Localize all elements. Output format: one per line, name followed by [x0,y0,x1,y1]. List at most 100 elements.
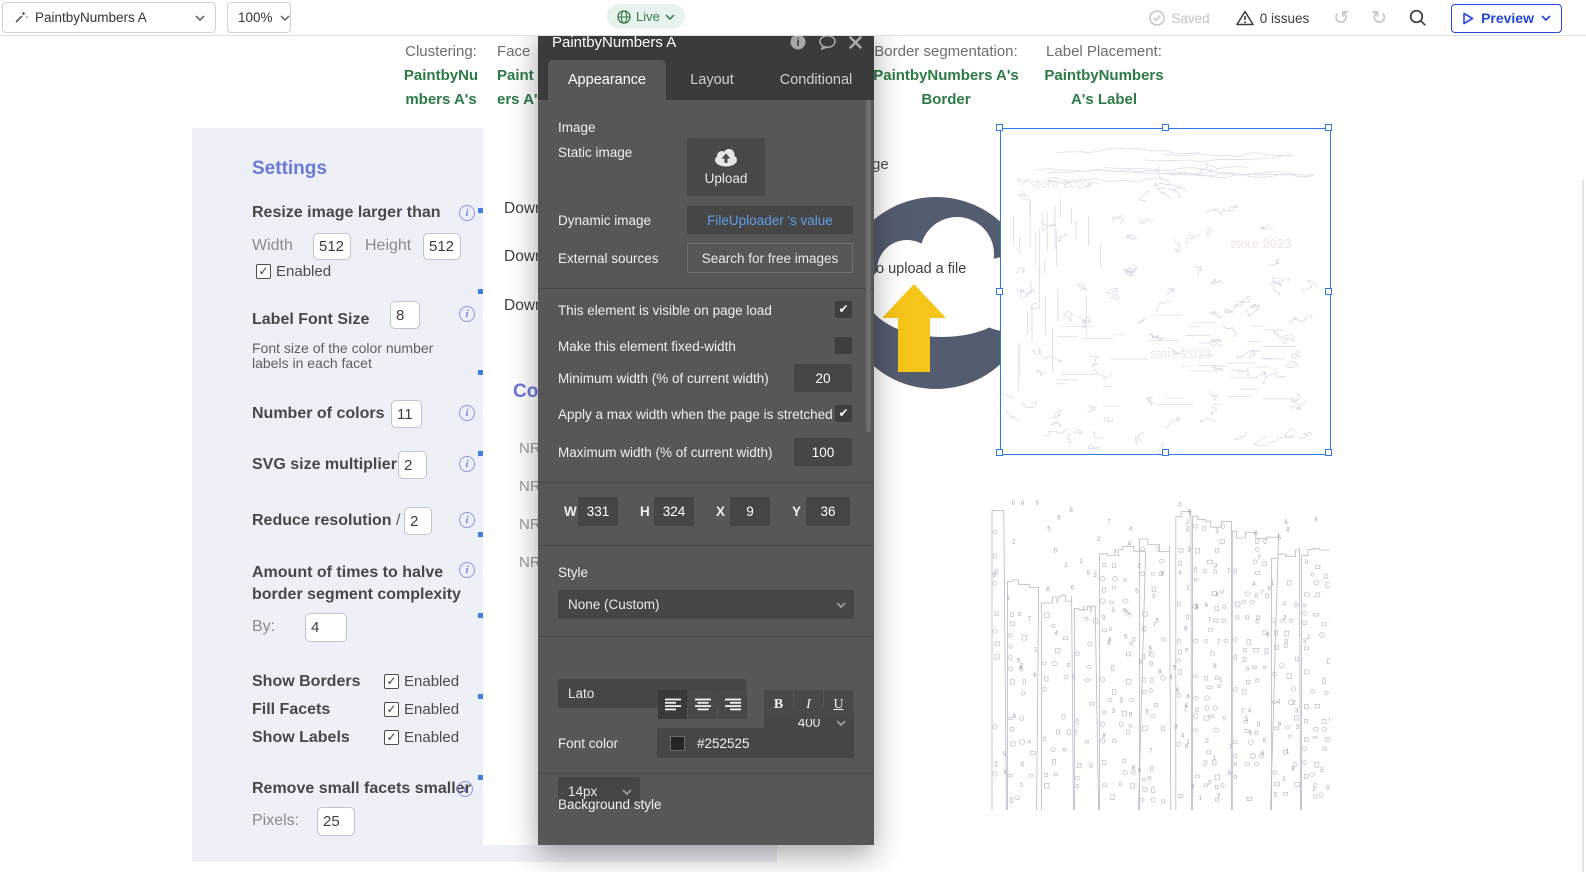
width-input[interactable] [313,233,351,260]
align-left-button[interactable] [658,690,687,719]
group-edge-handle[interactable] [478,370,483,375]
svg-text:5: 5 [1135,589,1139,595]
live-label: Live [636,9,660,24]
visible-on-load-checkbox[interactable]: ✔ [835,301,852,318]
tab-appearance[interactable]: Appearance [548,60,666,100]
svg-text:store 2023: store 2023 [1230,236,1291,251]
w-input[interactable] [578,497,618,526]
reduce-info-icon[interactable]: i [459,512,475,528]
x-input[interactable] [730,497,770,526]
group-edge-handle[interactable] [478,775,483,780]
halve-info-icon[interactable]: i [459,562,475,578]
group-edge-handle[interactable] [478,289,483,294]
group-edge-handle[interactable] [478,532,483,537]
by-input[interactable] [305,613,347,642]
play-icon [1462,12,1474,25]
by-label: By: [252,618,275,636]
bold-button[interactable]: B [764,690,793,719]
svg-text:6: 6 [1033,673,1037,679]
svg-text:7: 7 [1208,617,1212,623]
selection-handle[interactable] [996,288,1003,295]
italic-button[interactable]: I [794,690,823,719]
font-color-label: Font color [558,736,618,751]
align-center-button[interactable] [688,690,717,719]
num-colors-input[interactable] [391,400,422,428]
fill-facets-checkbox[interactable]: ✓ [384,702,399,717]
preview-button[interactable]: Preview [1451,4,1562,33]
svg-mult-info-icon[interactable]: i [459,456,475,472]
svg-text:6: 6 [1185,703,1189,709]
page-scrollbar[interactable] [1582,180,1584,872]
close-icon[interactable] [849,36,862,49]
font-color-swatch[interactable] [670,736,685,751]
reduce-input[interactable] [404,507,432,535]
style-dropdown[interactable]: None (Custom) [558,590,854,619]
comment-icon[interactable] [819,35,836,50]
font-color-field[interactable]: #252525 [657,728,854,758]
svg-text:3: 3 [1295,708,1299,714]
selection-handle[interactable] [1162,449,1169,456]
svg-text:1: 1 [1186,585,1190,591]
align-right-button[interactable] [718,690,747,719]
apply-max-width-checkbox[interactable]: ✔ [835,405,852,422]
svg-text:3: 3 [1214,564,1218,570]
group-edge-handle[interactable] [478,613,483,618]
show-labels-checkbox[interactable]: ✓ [384,730,399,745]
pixels-input[interactable] [317,807,355,836]
selection-handle[interactable] [1325,449,1332,456]
issues-status[interactable]: 0 issues [1236,10,1310,26]
svg-text:0: 0 [1132,638,1136,644]
fixed-width-checkbox[interactable] [835,337,852,354]
align-center-icon [695,698,711,711]
h-input[interactable] [654,497,694,526]
svg-text:8: 8 [1046,587,1050,593]
element-picker-dropdown[interactable]: PaintbyNumbers A [2,2,216,33]
remove-small-info-icon[interactable]: i [457,781,473,797]
underline-button[interactable]: U [824,690,853,719]
globe-icon [617,10,631,24]
min-width-input[interactable] [794,364,852,392]
label-font-size-info-icon[interactable]: i [459,306,475,322]
label-font-size-desc: Font size of the color number labels in … [252,341,437,371]
tab-conditional[interactable]: Conditional [766,60,866,100]
show-borders-row: ✓ Enabled [384,673,459,690]
group-edge-handle[interactable] [478,208,483,213]
undo-icon[interactable]: ↺ [1333,7,1349,30]
search-free-images-button[interactable]: Search for free images [687,243,853,273]
live-environment-badge[interactable]: Live [607,4,685,29]
y-input[interactable] [806,497,850,526]
svg-text:3: 3 [1035,501,1039,507]
tab-layout[interactable]: Layout [672,60,752,100]
num-colors-info-icon[interactable]: i [459,405,475,421]
selection-handle[interactable] [1162,124,1169,131]
search-icon[interactable] [1409,9,1427,27]
info-icon[interactable]: i [790,34,806,50]
svg-text:5: 5 [1245,717,1249,723]
skyline-image-element[interactable]: 4845820707367272934108171624777808319385… [990,490,1330,812]
height-input[interactable] [423,233,461,260]
upload-button[interactable]: Upload [687,138,765,196]
group-edge-handle[interactable] [478,694,483,699]
selection-handle[interactable] [1325,288,1332,295]
redo-icon[interactable]: ↻ [1371,7,1387,30]
resize-info-icon[interactable]: i [459,205,475,221]
modal-title: PaintbyNumbers A [552,34,676,51]
dynamic-image-value[interactable]: FileUploader 's value [687,206,853,234]
resize-enabled-checkbox[interactable]: ✓ [256,264,271,279]
show-borders-checkbox[interactable]: ✓ [384,674,399,689]
selected-image-element[interactable]: store 2023store 2023store 2023 [1000,128,1331,455]
zoom-dropdown[interactable]: 100% [227,2,291,33]
svg-text:5: 5 [1145,709,1149,715]
selection-handle[interactable] [996,124,1003,131]
svg-text:8: 8 [1291,767,1295,773]
selection-handle[interactable] [996,449,1003,456]
label-font-size-input[interactable] [390,301,420,329]
svg-mult-input[interactable] [398,451,427,479]
svg-text:1: 1 [1064,563,1068,569]
selection-handle[interactable] [1325,124,1332,131]
show-labels-label: Show Labels [252,729,350,747]
uploader-text-fragment[interactable]: o upload a file [876,261,966,277]
group-edge-handle[interactable] [478,451,483,456]
modal-scrollbar[interactable] [866,100,871,432]
max-width-input[interactable] [794,438,852,466]
